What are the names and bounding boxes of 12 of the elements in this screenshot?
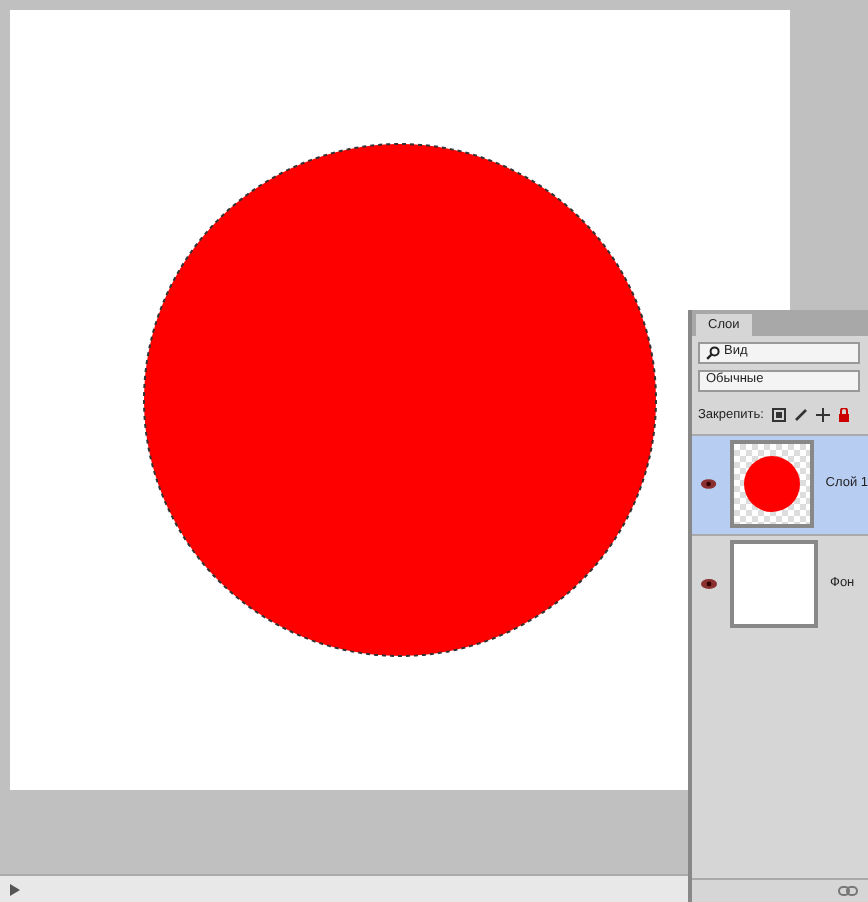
brush-icon[interactable] xyxy=(793,408,808,423)
checkerboard-icon[interactable] xyxy=(771,408,786,423)
layer-thumbnail xyxy=(729,440,814,529)
lock-icon[interactable] xyxy=(837,408,850,423)
eye-icon[interactable] xyxy=(700,578,718,591)
horizontal-scrollbar[interactable] xyxy=(0,874,688,902)
play-icon[interactable] xyxy=(4,879,24,899)
search-icon xyxy=(706,346,720,360)
link-icon[interactable] xyxy=(838,886,858,896)
eye-icon[interactable] xyxy=(700,478,718,491)
move-icon[interactable] xyxy=(815,408,830,423)
layer-thumbnail xyxy=(730,540,818,629)
